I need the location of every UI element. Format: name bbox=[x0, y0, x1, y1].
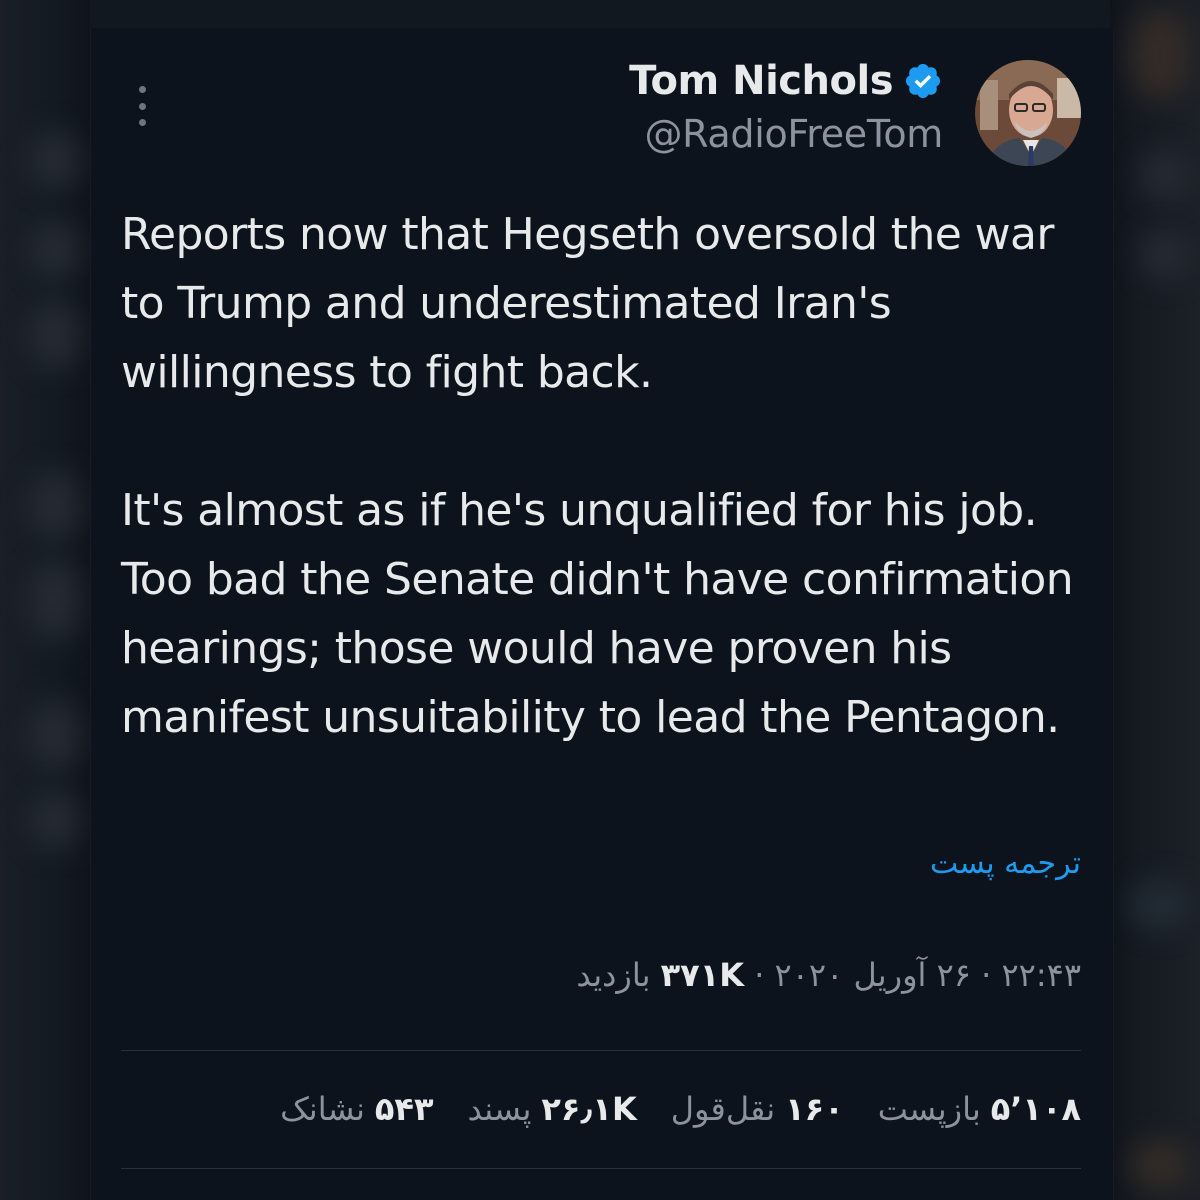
views-label: بازدید bbox=[576, 956, 651, 994]
blurred-left-edge bbox=[0, 0, 90, 1200]
display-name-row: Tom Nichols bbox=[629, 58, 943, 104]
more-vertical-icon[interactable] bbox=[135, 86, 149, 126]
stat-likes[interactable]: ۲۶٫۱Kپسند bbox=[467, 1090, 636, 1128]
divider bbox=[121, 1168, 1081, 1169]
meta-separator: · bbox=[754, 956, 765, 994]
translate-post-link[interactable]: ترجمه پست bbox=[930, 846, 1081, 881]
stat-label: پسند bbox=[467, 1090, 532, 1128]
avatar[interactable] bbox=[975, 60, 1081, 166]
blurred-right-edge bbox=[1110, 0, 1200, 1200]
stat-count: ۲۶٫۱K bbox=[541, 1090, 637, 1128]
views-count: ۳۷۱K bbox=[660, 956, 745, 994]
stat-bookmarks[interactable]: ۵۴۳نشانک bbox=[280, 1090, 433, 1128]
author-block: Tom Nichols @RadioFreeTom bbox=[629, 58, 943, 156]
stat-reposts[interactable]: ۵٬۱۰۸بازپست bbox=[878, 1090, 1081, 1128]
engagement-stats: ۵٬۱۰۸بازپست ۱۶۰نقل‌قول ۲۶٫۱Kپسند ۵۴۳نشان… bbox=[280, 1090, 1081, 1128]
tweet-paragraph: Reports now that Hegseth oversold the wa… bbox=[121, 209, 1054, 398]
tweet-time[interactable]: ۲۲:۴۳ bbox=[1001, 956, 1081, 994]
tweet-text: Reports now that Hegseth oversold the wa… bbox=[121, 200, 1091, 752]
stat-label: نشانک bbox=[280, 1090, 365, 1128]
author-handle[interactable]: @RadioFreeTom bbox=[629, 112, 943, 156]
tweet-paragraph: It's almost as if he's unqualified for h… bbox=[121, 485, 1074, 743]
stat-count: ۱۶۰ bbox=[785, 1090, 844, 1128]
tweet-date[interactable]: ۲۶ آوریل ۲۰۲۰ bbox=[775, 956, 971, 994]
tweet-card: Tom Nichols @RadioFreeTom Reports now th… bbox=[90, 28, 1114, 1200]
verified-badge-icon bbox=[905, 63, 941, 99]
author-display-name[interactable]: Tom Nichols bbox=[629, 58, 893, 104]
stat-count: ۵۴۳ bbox=[374, 1090, 434, 1128]
stat-count: ۵٬۱۰۸ bbox=[990, 1090, 1081, 1128]
stat-label: نقل‌قول bbox=[670, 1090, 776, 1128]
avatar-photo bbox=[975, 60, 1081, 166]
screenshot-frame: Tom Nichols @RadioFreeTom Reports now th… bbox=[0, 0, 1200, 1200]
stat-quotes[interactable]: ۱۶۰نقل‌قول bbox=[671, 1090, 844, 1128]
stat-label: بازپست bbox=[877, 1090, 981, 1128]
tweet-meta-line: ۲۲:۴۳ · ۲۶ آوریل ۲۰۲۰ · ۳۷۱K بازدید bbox=[576, 956, 1081, 994]
meta-separator: · bbox=[981, 956, 992, 994]
divider bbox=[121, 1050, 1081, 1051]
